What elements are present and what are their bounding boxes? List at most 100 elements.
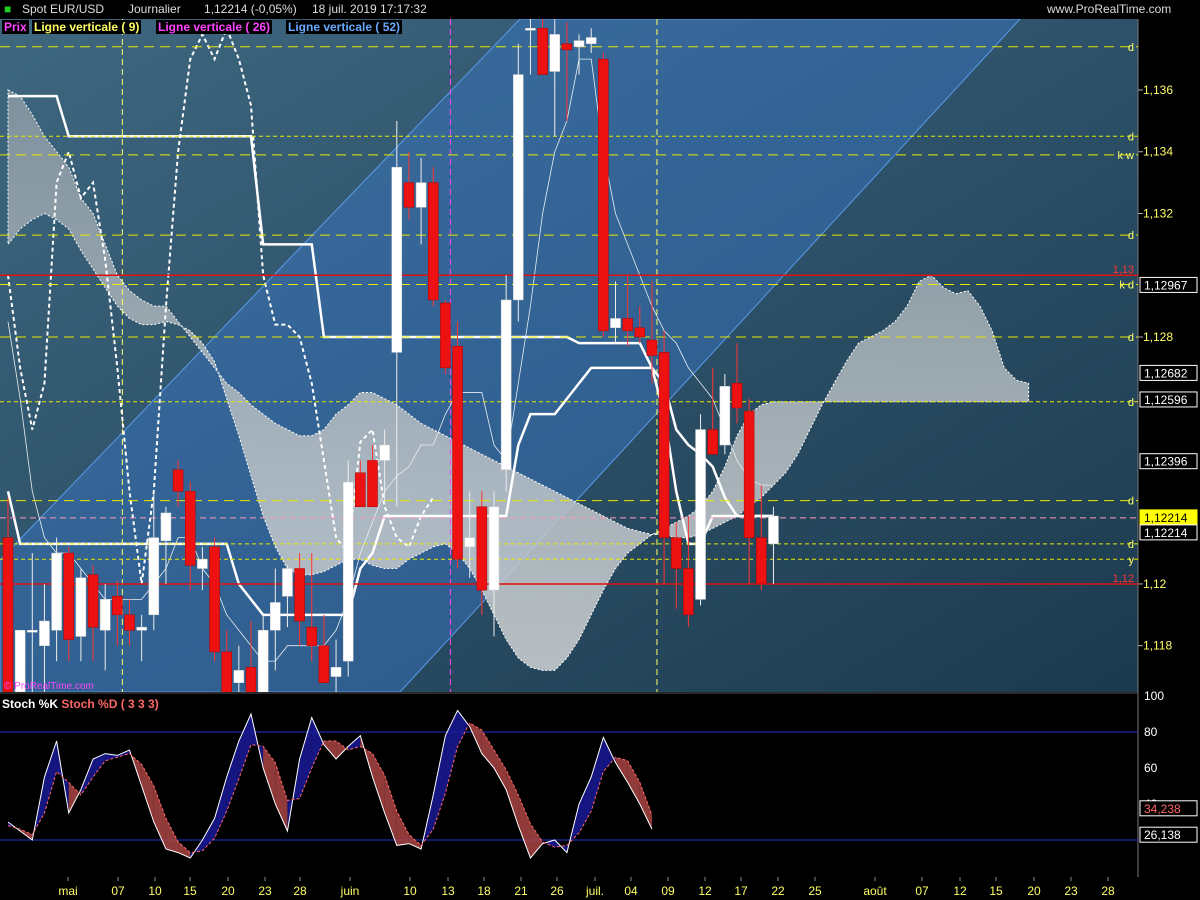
x-tick-label: 10 bbox=[148, 884, 162, 898]
candle-body bbox=[440, 302, 451, 369]
candle-body bbox=[549, 34, 560, 72]
stoch-tick-label: 60 bbox=[1144, 761, 1158, 775]
site-url: www.ProRealTime.com bbox=[1047, 2, 1172, 16]
legend-vline-52-label: Ligne verticale ( 52) bbox=[288, 20, 401, 34]
x-tick-label: 28 bbox=[1101, 884, 1115, 898]
candle-body bbox=[51, 552, 62, 631]
candle-body bbox=[172, 469, 184, 492]
stoch-value-box: 26,138 bbox=[1139, 826, 1198, 843]
candle-body bbox=[112, 596, 123, 616]
legend-vline-26-label: Ligne verticale ( 26) bbox=[158, 20, 271, 34]
candle-body bbox=[731, 383, 743, 409]
candle[interactable] bbox=[209, 537, 220, 662]
candle-body bbox=[598, 58, 609, 332]
instrument-name: Spot EUR/USD bbox=[22, 2, 105, 16]
stoch-d-legend: Stoch %D ( 3 3 3) bbox=[61, 697, 159, 711]
candle-body bbox=[306, 626, 317, 646]
candle-body bbox=[452, 345, 463, 560]
candle-body bbox=[464, 537, 475, 548]
stoch-tick-label: 100 bbox=[1144, 689, 1164, 703]
timestamp: 18 juil. 2019 17:17:32 bbox=[312, 2, 427, 16]
x-tick-label: 20 bbox=[221, 884, 235, 898]
x-tick-label: 17 bbox=[734, 884, 748, 898]
candle[interactable] bbox=[598, 52, 609, 337]
y-tick-label: 1,134 bbox=[1143, 145, 1173, 159]
candle-body bbox=[39, 620, 50, 646]
candle-body bbox=[99, 599, 111, 631]
level-tag: d bbox=[1128, 230, 1134, 242]
candle-body bbox=[2, 537, 14, 692]
candle-body bbox=[197, 559, 208, 569]
level-tag: d bbox=[1128, 496, 1134, 508]
x-tick-label: juil. bbox=[585, 884, 604, 898]
candle-body bbox=[209, 546, 220, 653]
legend-prix-label: Prix bbox=[4, 20, 27, 34]
x-tick-label: 07 bbox=[111, 884, 125, 898]
x-tick-label: 04 bbox=[624, 884, 638, 898]
candle[interactable] bbox=[452, 321, 463, 569]
candle-body bbox=[537, 28, 548, 75]
period-label: Journalier bbox=[128, 2, 181, 16]
price-label-text: 1,12214 bbox=[1144, 511, 1188, 525]
candle-body bbox=[622, 318, 633, 332]
candle-body bbox=[282, 568, 293, 597]
candle-body bbox=[610, 318, 621, 328]
candle-body bbox=[148, 537, 160, 616]
candle-body bbox=[185, 491, 196, 566]
candle-body bbox=[513, 74, 524, 301]
candle[interactable] bbox=[342, 460, 354, 677]
level-tag: y bbox=[1129, 554, 1135, 566]
candle[interactable] bbox=[440, 299, 451, 375]
price-label-box: 1,12214 bbox=[1139, 509, 1198, 526]
candle-body bbox=[719, 386, 731, 446]
candle-body bbox=[63, 552, 74, 640]
level-tag: d bbox=[1128, 332, 1134, 344]
stoch-value-box: 34,238 bbox=[1139, 800, 1198, 817]
price-chart[interactable]: ddk wdk dddddy1,131,12 1,1181,121,1281,1… bbox=[0, 0, 1200, 900]
legend-vline-9[interactable]: Ligne verticale ( 9) bbox=[32, 20, 142, 34]
x-tick-label: mai bbox=[58, 884, 77, 898]
candle-body bbox=[658, 352, 670, 538]
x-tick-label: 23 bbox=[1064, 884, 1078, 898]
candle[interactable] bbox=[500, 275, 512, 492]
x-tick-label: 15 bbox=[183, 884, 197, 898]
level-tag: d bbox=[1128, 397, 1134, 409]
candle-body bbox=[695, 429, 706, 600]
price-label-text: 1,12682 bbox=[1144, 366, 1188, 380]
candle-body bbox=[124, 614, 135, 631]
candle-body bbox=[160, 512, 172, 541]
y-tick-label: 1,12 bbox=[1143, 577, 1167, 591]
candle[interactable] bbox=[428, 167, 439, 307]
x-tick-label: 23 bbox=[258, 884, 272, 898]
candle-body bbox=[403, 182, 415, 208]
x-tick-label: 20 bbox=[1027, 884, 1041, 898]
x-tick-label: 09 bbox=[661, 884, 675, 898]
price-label-box: 1,12967 bbox=[1139, 276, 1198, 293]
candle-body bbox=[136, 626, 147, 631]
candle-body bbox=[294, 568, 305, 622]
candle-body bbox=[415, 182, 427, 208]
red-level-label: 1,13 bbox=[1113, 264, 1134, 276]
stoch-legend[interactable]: Stoch %K Stoch %D ( 3 3 3) bbox=[2, 697, 159, 711]
x-tick-label: 07 bbox=[915, 884, 929, 898]
x-tick-label: 12 bbox=[953, 884, 967, 898]
level-tag: d bbox=[1128, 42, 1134, 54]
candle-body bbox=[671, 537, 682, 569]
legend-prix[interactable]: Prix bbox=[2, 20, 29, 34]
watermark-text: © ProRealTime.com bbox=[4, 681, 94, 692]
candle-body bbox=[756, 537, 767, 585]
candle-body bbox=[391, 166, 403, 353]
stoch-value-text: 26,138 bbox=[1144, 828, 1181, 842]
candle-body bbox=[342, 481, 354, 662]
x-tick-label: 26 bbox=[550, 884, 564, 898]
candle-body bbox=[355, 472, 366, 508]
y-tick-label: 1,128 bbox=[1143, 330, 1173, 344]
price-label-box: 1,12214 bbox=[1139, 524, 1198, 541]
candle[interactable] bbox=[513, 43, 524, 322]
price-label-box: 1,12596 bbox=[1139, 391, 1198, 408]
level-tag: d bbox=[1128, 131, 1134, 143]
candle-body bbox=[743, 410, 755, 538]
legend-vline-52[interactable]: Ligne verticale ( 52) bbox=[286, 20, 403, 34]
legend-vline-26[interactable]: Ligne verticale ( 26) bbox=[156, 20, 273, 34]
candle[interactable] bbox=[695, 414, 706, 606]
